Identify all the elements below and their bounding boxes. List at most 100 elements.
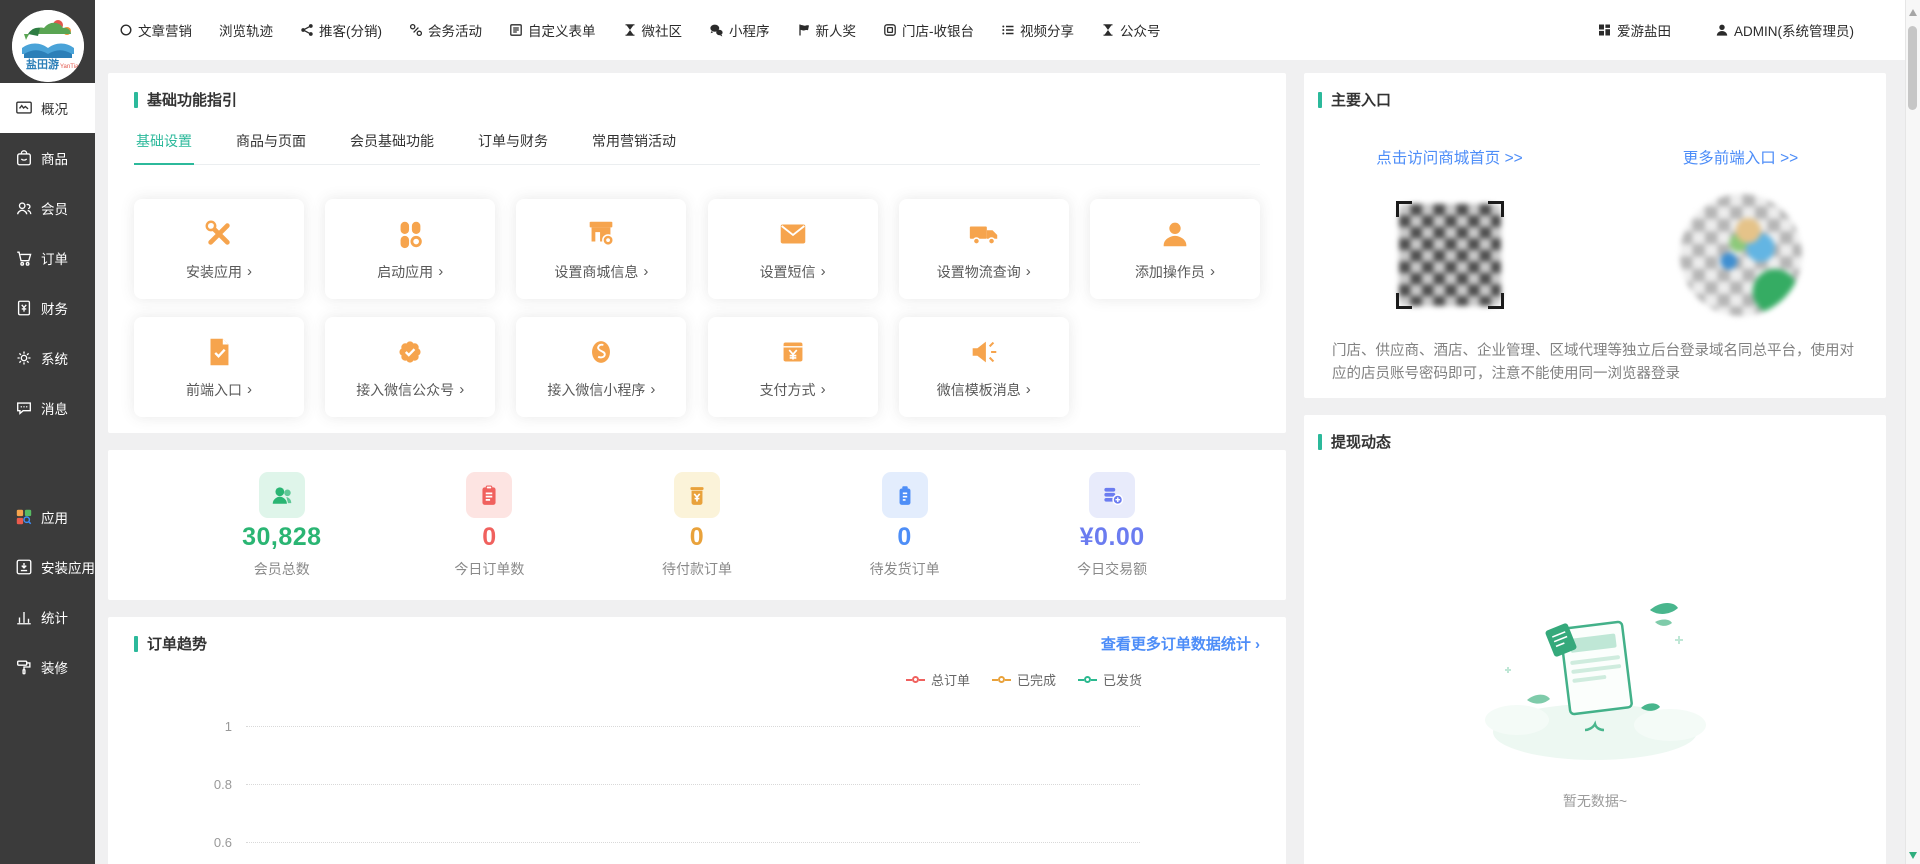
card-sms[interactable]: 设置短信› bbox=[708, 199, 878, 299]
sidebar-spacer bbox=[0, 433, 95, 492]
card-label: 添加操作员› bbox=[1135, 262, 1215, 282]
trend-header: 订单趋势 查看更多订单数据统计 › bbox=[134, 617, 1260, 654]
topnav-label: 文章营销 bbox=[138, 20, 192, 40]
scroll-down-arrow-icon[interactable] bbox=[1909, 852, 1917, 859]
card-logistics[interactable]: 设置物流查询› bbox=[899, 199, 1069, 299]
entry-panel-title: 主要入口 bbox=[1304, 73, 1886, 110]
bar-chart-icon bbox=[15, 608, 33, 626]
tab-basic-settings[interactable]: 基础设置 bbox=[134, 122, 194, 165]
trend-panel-title: 订单趋势 bbox=[134, 617, 207, 654]
sidebar: 盐田游 YanTian 概况 商品 会员 订单 财务 系统 消息 应用 安装应用 bbox=[0, 0, 95, 864]
card-frontend-entry[interactable]: 前端入口› bbox=[134, 317, 304, 417]
gridline-row: 0.8 bbox=[134, 755, 1260, 813]
topbar: 文章营销 浏览轨迹 推客(分销) 会务活动 自定义表单 微社区 小程序 新人奖 … bbox=[95, 0, 1920, 60]
scroll-up-arrow-icon[interactable] bbox=[1909, 9, 1917, 16]
tab-goods-pages[interactable]: 商品与页面 bbox=[234, 122, 308, 165]
chevron-right-icon: › bbox=[1026, 381, 1031, 398]
topnav-mini-program[interactable]: 小程序 bbox=[709, 20, 770, 40]
sidebar-item-label: 安装应用 bbox=[41, 557, 95, 577]
chevron-right-icon: › bbox=[821, 381, 826, 398]
legend-completed[interactable]: 已完成 bbox=[992, 670, 1056, 689]
more-order-stats-link[interactable]: 查看更多订单数据统计 › bbox=[1101, 633, 1260, 654]
visit-mall-home-link[interactable]: 点击访问商城首页 >> bbox=[1304, 146, 1595, 168]
sidebar-item-label: 订单 bbox=[41, 248, 68, 268]
chevron-right-icon: › bbox=[247, 263, 252, 280]
chevron-right-icon: › bbox=[650, 381, 655, 398]
topnav-browse-tracks[interactable]: 浏览轨迹 bbox=[219, 20, 273, 40]
topnav-label: 自定义表单 bbox=[528, 20, 596, 40]
qr-corner-icon bbox=[1396, 293, 1412, 309]
shop-gear-icon bbox=[584, 217, 618, 251]
card-wechat-miniprogram[interactable]: 接入微信小程序› bbox=[516, 317, 686, 417]
chevron-right-icon: › bbox=[247, 381, 252, 398]
topnav-conference[interactable]: 会务活动 bbox=[409, 20, 482, 40]
sidebar-item-goods[interactable]: 商品 bbox=[0, 133, 95, 183]
dotted-gridline bbox=[246, 726, 1140, 727]
sidebar-item-overview[interactable]: 概况 bbox=[0, 83, 95, 133]
withdraw-panel-title: 提现动态 bbox=[1304, 415, 1886, 452]
card-mall-info[interactable]: 设置商城信息› bbox=[516, 199, 686, 299]
coins-icon bbox=[1100, 483, 1124, 507]
chevron-right-icon: › bbox=[821, 263, 826, 280]
more-frontend-entries-link[interactable]: 更多前端入口 >> bbox=[1595, 146, 1886, 168]
topnav-distribution[interactable]: 推客(分销) bbox=[300, 20, 382, 40]
hourglass-icon bbox=[623, 23, 637, 37]
paint-roller-icon bbox=[15, 658, 33, 676]
chevron-right-icon: › bbox=[438, 263, 443, 280]
tab-marketing[interactable]: 常用营销活动 bbox=[590, 122, 678, 165]
topnav-video-share[interactable]: 视频分享 bbox=[1001, 20, 1074, 40]
empty-state-text: 暂无数据~ bbox=[1304, 791, 1886, 811]
sidebar-item-messages[interactable]: 消息 bbox=[0, 383, 95, 433]
sidebar-item-orders[interactable]: 订单 bbox=[0, 233, 95, 283]
card-label: 设置商城信息› bbox=[554, 262, 648, 282]
scrollbar-thumb[interactable] bbox=[1908, 26, 1917, 110]
card-launch-app[interactable]: 启动应用› bbox=[325, 199, 495, 299]
chart-legend: 总订单 已完成 已发货 bbox=[134, 670, 1260, 689]
legend-label: 已完成 bbox=[1017, 670, 1056, 689]
topnav-store-pos[interactable]: 门店-收银台 bbox=[883, 20, 974, 40]
tab-orders-finance[interactable]: 订单与财务 bbox=[476, 122, 550, 165]
sidebar-item-decorate[interactable]: 装修 bbox=[0, 642, 95, 692]
topnav-official-account[interactable]: 公众号 bbox=[1101, 20, 1161, 40]
y-axis-tick: 0.6 bbox=[134, 835, 246, 850]
stat-icon-wrap bbox=[1089, 472, 1135, 518]
stat-label: 待发货订单 bbox=[870, 559, 940, 579]
account-name: ADMIN(系统管理员) bbox=[1734, 20, 1854, 40]
topnav-micro-community[interactable]: 微社区 bbox=[623, 20, 683, 40]
sidebar-item-statistics[interactable]: 统计 bbox=[0, 592, 95, 642]
stat-value: ¥0.00 bbox=[1080, 523, 1145, 552]
sidebar-item-finance[interactable]: 财务 bbox=[0, 283, 95, 333]
tab-member-basics[interactable]: 会员基础功能 bbox=[348, 122, 436, 165]
sidebar-item-members[interactable]: 会员 bbox=[0, 183, 95, 233]
card-payment[interactable]: 支付方式› bbox=[708, 317, 878, 417]
app-logo[interactable]: 盐田游 YanTian bbox=[12, 10, 84, 82]
topnav-article-marketing[interactable]: 文章营销 bbox=[119, 20, 192, 40]
card-label: 安装应用› bbox=[186, 262, 252, 282]
badge-check-icon bbox=[393, 335, 427, 369]
sidebar-item-system[interactable]: 系统 bbox=[0, 333, 95, 383]
stat-today-orders: 0 今日订单数 bbox=[439, 472, 539, 579]
sidebar-item-install-apps[interactable]: 安装应用 bbox=[0, 542, 95, 592]
shop-switcher[interactable]: 爱游盐田 bbox=[1597, 20, 1671, 40]
card-wechat-official[interactable]: 接入微信公众号› bbox=[325, 317, 495, 417]
page-scrollbar[interactable] bbox=[1905, 0, 1920, 864]
legend-total-orders[interactable]: 总订单 bbox=[906, 670, 970, 689]
account-menu[interactable]: ADMIN(系统管理员) bbox=[1715, 20, 1854, 40]
stat-icon-wrap bbox=[882, 472, 928, 518]
card-install-app[interactable]: 安装应用› bbox=[134, 199, 304, 299]
stat-pending-shipment: 0 待发货订单 bbox=[855, 472, 955, 579]
card-add-operator[interactable]: 添加操作员› bbox=[1090, 199, 1260, 299]
sidebar-item-label: 系统 bbox=[41, 348, 68, 368]
sidebar-item-apps[interactable]: 应用 bbox=[0, 492, 95, 542]
gear-icon bbox=[15, 349, 33, 367]
wechat-s-icon bbox=[584, 335, 618, 369]
stat-today-turnover: ¥0.00 今日交易额 bbox=[1062, 472, 1162, 579]
topnav-custom-forms[interactable]: 自定义表单 bbox=[509, 20, 596, 40]
legend-shipped[interactable]: 已发货 bbox=[1078, 670, 1142, 689]
form-icon bbox=[509, 23, 523, 37]
card-template-message[interactable]: 微信模板消息› bbox=[899, 317, 1069, 417]
dotted-gridline bbox=[246, 842, 1140, 843]
card-label: 接入微信小程序› bbox=[547, 380, 655, 400]
topnav-newcomer-award[interactable]: 新人奖 bbox=[797, 20, 857, 40]
card-label: 支付方式› bbox=[760, 380, 826, 400]
